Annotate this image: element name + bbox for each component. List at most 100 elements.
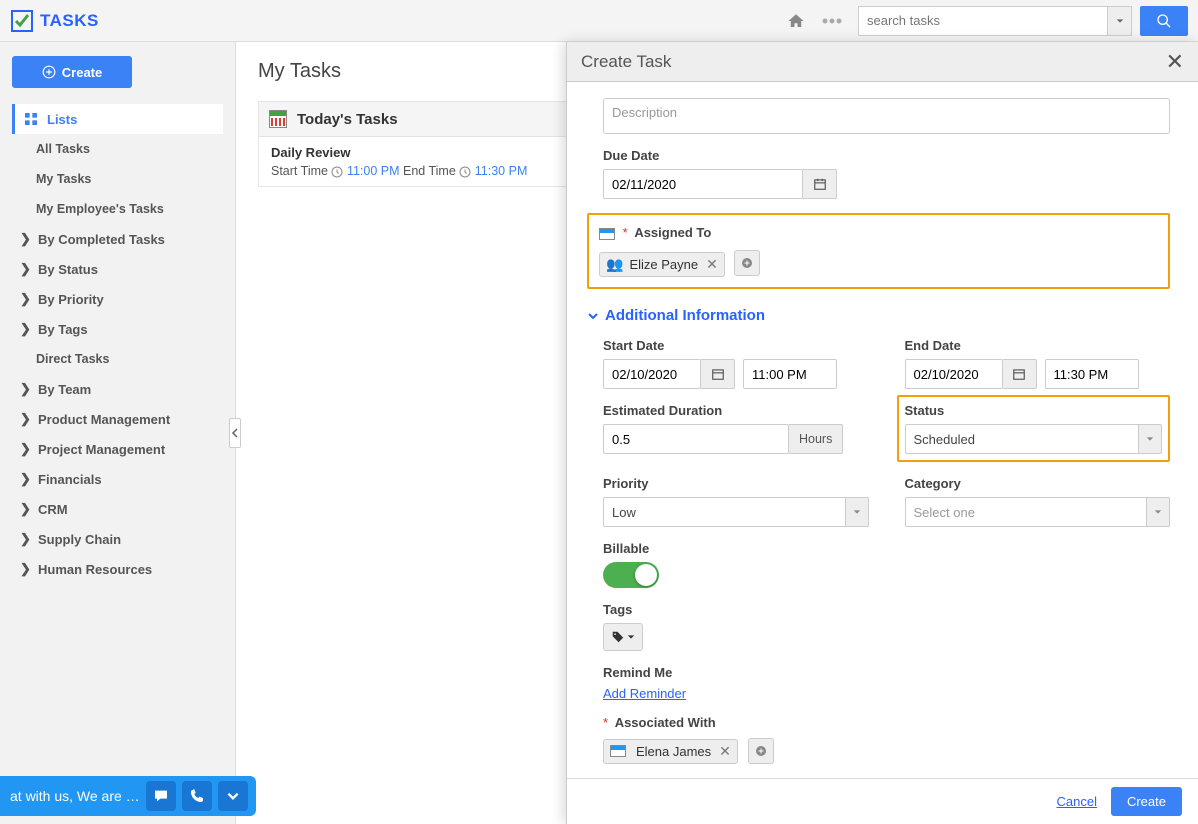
tag-icon (611, 630, 625, 644)
chevron-down-icon (1138, 424, 1162, 454)
end-date-field: End Date (905, 338, 1171, 389)
panel-footer: Cancel Create (567, 778, 1198, 824)
chevron-right-icon: ❯ (20, 291, 30, 307)
billable-toggle[interactable] (603, 562, 659, 588)
chat-phone-icon[interactable] (182, 781, 212, 811)
chevron-down-icon (627, 633, 635, 641)
app-title: TASKS (40, 11, 99, 31)
sidebar-group-supply[interactable]: ❯Supply Chain (12, 524, 223, 554)
sidebar-item-direct-tasks[interactable]: Direct Tasks (12, 344, 223, 374)
people-icon: 👥 (606, 256, 623, 273)
topbar: TASKS (0, 0, 1198, 42)
chat-text: at with us, We are … (10, 788, 140, 804)
sidebar-group-hr[interactable]: ❯Human Resources (12, 554, 223, 584)
assigned-to-highlight: * Assigned To 👥 Elize Payne ✕ (587, 213, 1170, 289)
add-associated-button[interactable] (748, 738, 774, 764)
calendar-picker-icon[interactable] (1003, 359, 1037, 389)
create-task-panel: Create Task ✕ Description Due Date * (566, 42, 1198, 824)
sidebar-collapse-handle[interactable] (229, 418, 241, 448)
plus-circle-icon (42, 65, 56, 79)
duration-field: Estimated Duration Hours (603, 403, 861, 454)
associated-name: Elena James (636, 744, 711, 759)
sidebar-group-project[interactable]: ❯Project Management (12, 434, 223, 464)
add-reminder-link[interactable]: Add Reminder (603, 686, 686, 701)
remove-assignee-icon[interactable]: ✕ (704, 256, 720, 273)
sidebar-group-status[interactable]: ❯By Status (12, 254, 223, 284)
create-button[interactable]: Create (12, 56, 132, 88)
status-select[interactable]: Scheduled (905, 424, 1163, 454)
close-icon[interactable]: ✕ (1166, 49, 1184, 75)
chat-collapse-icon[interactable] (218, 781, 248, 811)
add-assignee-button[interactable] (734, 250, 760, 276)
due-date-label: Due Date (603, 148, 1170, 163)
sidebar-item-employee-tasks[interactable]: My Employee's Tasks (12, 194, 223, 224)
panel-title: Create Task (581, 52, 1166, 72)
sidebar-group-priority[interactable]: ❯By Priority (12, 284, 223, 314)
chevron-down-icon (1146, 497, 1170, 527)
end-date-input[interactable] (905, 359, 1003, 389)
sidebar-item-my-tasks[interactable]: My Tasks (12, 164, 223, 194)
add-tag-button[interactable] (603, 623, 643, 651)
assignee-name: Elize Payne (629, 257, 698, 272)
category-field: Category Select one (905, 476, 1171, 527)
sidebar-group-completed[interactable]: ❯By Completed Tasks (12, 224, 223, 254)
tags-field: Tags (603, 602, 1170, 651)
sidebar-group-product[interactable]: ❯Product Management (12, 404, 223, 434)
category-select[interactable]: Select one (905, 497, 1171, 527)
remind-field: Remind Me Add Reminder (603, 665, 1170, 701)
priority-select[interactable]: Low (603, 497, 869, 527)
calendar-icon (269, 110, 287, 128)
search-input[interactable] (858, 6, 1108, 36)
chevron-down-icon (845, 497, 869, 527)
chevron-right-icon: ❯ (20, 411, 30, 427)
search-container (858, 6, 1188, 36)
cancel-button[interactable]: Cancel (1057, 794, 1097, 809)
sidebar-item-all-tasks[interactable]: All Tasks (12, 134, 223, 164)
search-filter-dropdown[interactable] (1108, 6, 1132, 36)
panel-body: Description Due Date * Assigned To (567, 82, 1198, 778)
chevron-right-icon: ❯ (20, 441, 30, 457)
chevron-left-icon (231, 428, 239, 438)
sidebar: Create Lists All Tasks My Tasks My Emplo… (0, 42, 236, 824)
start-date-input[interactable] (603, 359, 701, 389)
tasks-logo-icon (10, 9, 34, 33)
duration-input[interactable] (603, 424, 789, 454)
end-time-input[interactable] (1045, 359, 1139, 389)
chevron-right-icon: ❯ (20, 531, 30, 547)
start-time-input[interactable] (743, 359, 837, 389)
calendar-picker-icon[interactable] (701, 359, 735, 389)
calendar-picker-icon[interactable] (803, 169, 837, 199)
grid-icon (23, 111, 39, 127)
billable-field: Billable (603, 541, 1170, 588)
associated-chip: Elena James ✕ (603, 739, 738, 764)
due-date-field: Due Date (603, 148, 1170, 199)
description-field: Description (603, 98, 1170, 134)
create-submit-button[interactable]: Create (1111, 787, 1182, 816)
required-marker: * (623, 225, 628, 240)
sidebar-item-lists[interactable]: Lists (12, 104, 223, 134)
sidebar-group-team[interactable]: ❯By Team (12, 374, 223, 404)
sidebar-group-financials[interactable]: ❯Financials (12, 464, 223, 494)
description-input[interactable]: Description (603, 98, 1170, 134)
contact-card-icon (599, 228, 615, 240)
contact-card-icon (610, 745, 626, 757)
home-icon[interactable] (782, 7, 810, 35)
priority-field: Priority Low (603, 476, 869, 527)
additional-info-toggle[interactable]: Additional Information (587, 307, 1170, 324)
chevron-right-icon: ❯ (20, 501, 30, 517)
more-icon[interactable] (818, 7, 846, 35)
sidebar-group-crm[interactable]: ❯CRM (12, 494, 223, 524)
remove-associated-icon[interactable]: ✕ (717, 743, 733, 760)
sidebar-group-tags[interactable]: ❯By Tags (12, 314, 223, 344)
chevron-right-icon: ❯ (20, 381, 30, 397)
chat-message-icon[interactable] (146, 781, 176, 811)
chat-widget[interactable]: at with us, We are … (0, 776, 256, 816)
status-highlight: Status Scheduled (897, 395, 1171, 462)
chevron-right-icon: ❯ (20, 471, 30, 487)
clock-icon (459, 166, 471, 178)
panel-header: Create Task ✕ (567, 42, 1198, 82)
app-logo: TASKS (10, 9, 99, 33)
due-date-input[interactable] (603, 169, 803, 199)
chevron-right-icon: ❯ (20, 231, 30, 247)
search-button[interactable] (1140, 6, 1188, 36)
